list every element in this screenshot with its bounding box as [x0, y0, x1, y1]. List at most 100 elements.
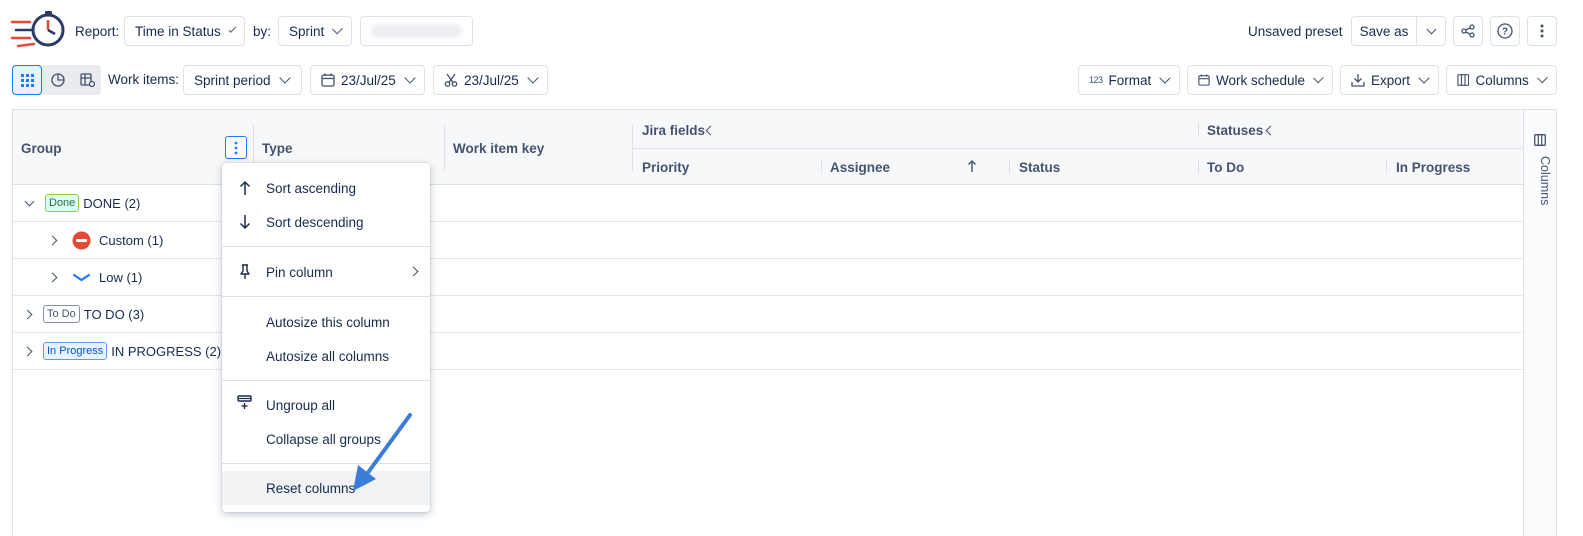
column-divider [1386, 160, 1387, 174]
start-date-value: 23/Jul/25 [341, 72, 396, 88]
svg-text:?: ? [1502, 27, 1508, 38]
share-icon [1461, 24, 1475, 38]
help-icon: ? [1497, 23, 1513, 39]
arrow-up-icon [239, 180, 251, 195]
blurred-value [371, 24, 462, 38]
group-label: Low (1) [99, 269, 143, 285]
grid-view-button[interactable] [12, 65, 42, 95]
status-tag-in-progress: In Progress [43, 342, 108, 360]
end-date-value: 23/Jul/25 [464, 72, 519, 88]
status-tag-todo: To Do [43, 305, 80, 323]
group-by-value: Sprint [289, 23, 325, 39]
period-value: Sprint period [194, 72, 271, 88]
menu-label: Autosize this column [266, 314, 390, 330]
start-date-picker[interactable]: 23/Jul/25 [310, 65, 425, 95]
menu-sort-ascending[interactable]: Sort ascending [222, 171, 430, 205]
pie-chart-icon [51, 73, 65, 87]
chevron-down-icon [1426, 24, 1436, 34]
column-divider [821, 160, 822, 174]
low-priority-icon [72, 273, 91, 281]
download-icon [1351, 74, 1365, 87]
header-status[interactable]: Status [1019, 160, 1060, 175]
chevron-down-icon [1159, 72, 1171, 84]
menu-label: Sort ascending [266, 180, 357, 196]
chevron-down-icon [332, 23, 343, 35]
columns-label: Columns [1475, 72, 1529, 88]
chevron-down-icon [1313, 72, 1324, 84]
chevron-right-icon [408, 266, 419, 277]
header-priority[interactable]: Priority [642, 160, 689, 175]
by-label: by: [253, 24, 272, 39]
column-menu-button[interactable] [225, 136, 247, 159]
menu-autosize-all[interactable]: Autosize all columns [222, 339, 430, 373]
chart-view-button[interactable] [44, 65, 72, 95]
sort-ascending-icon [968, 160, 976, 172]
header-group[interactable]: Group [21, 141, 62, 156]
collapse-chevron-icon[interactable] [1265, 125, 1276, 136]
group-label: TO DO (3) [83, 306, 145, 322]
header-group-statuses[interactable]: Statuses [1207, 123, 1263, 138]
menu-autosize-this[interactable]: Autosize this column [222, 305, 430, 339]
column-divider [1198, 160, 1199, 174]
menu-label: Pin column [266, 264, 333, 280]
header-in-progress[interactable]: In Progress [1396, 160, 1470, 175]
columns-dropdown[interactable]: Columns [1446, 65, 1557, 95]
header-type[interactable]: Type [262, 141, 293, 156]
expand-chevron-icon[interactable] [47, 235, 58, 245]
report-type-dropdown[interactable]: Time in Status [124, 16, 245, 46]
group-label: DONE (2) [83, 195, 141, 211]
columns-side-panel[interactable]: Columns [1523, 110, 1556, 536]
side-panel-label: Columns [1538, 156, 1552, 206]
pivot-view-button[interactable] [73, 65, 101, 95]
expand-chevron-icon[interactable] [47, 272, 58, 282]
header-group-divider [632, 148, 1524, 149]
menu-divider [222, 296, 430, 297]
work-schedule-dropdown[interactable]: Work schedule [1187, 65, 1333, 95]
calendar-icon [1198, 74, 1210, 86]
save-as-label: Save as [1359, 23, 1409, 39]
menu-label: Ungroup all [266, 397, 336, 413]
status-tag-done: Done [45, 194, 80, 212]
header-work-item-key[interactable]: Work item key [453, 141, 544, 156]
menu-sort-descending[interactable]: Sort descending [222, 205, 430, 239]
share-button[interactable] [1453, 16, 1483, 46]
group-label: Custom (1) [99, 232, 164, 248]
help-button[interactable]: ? [1490, 16, 1520, 46]
collapse-chevron-icon[interactable] [705, 125, 716, 136]
arrow-down-icon [239, 215, 251, 230]
chevron-down-icon [1418, 72, 1430, 84]
group-by-dropdown[interactable]: Sprint [278, 16, 352, 46]
work-items-label: Work items: [108, 72, 180, 87]
scissors-icon [444, 73, 458, 87]
save-options-button[interactable] [1416, 16, 1446, 46]
expand-chevron-icon[interactable] [24, 196, 35, 206]
blocker-priority-icon [72, 231, 91, 249]
sprint-selector[interactable] [360, 16, 473, 46]
columns-icon [1457, 74, 1470, 86]
calendar-icon [321, 73, 335, 87]
column-divider [1198, 122, 1199, 136]
format-dropdown[interactable]: 123 Format [1078, 65, 1180, 95]
header-group-jira-fields[interactable]: Jira fields [642, 123, 705, 138]
more-options-button[interactable] [1527, 16, 1557, 46]
chevron-down-icon [278, 72, 291, 84]
expand-chevron-icon[interactable] [22, 346, 33, 356]
expand-chevron-icon[interactable] [22, 309, 33, 319]
menu-label: Sort descending [266, 214, 364, 230]
report-type-value: Time in Status [135, 23, 221, 39]
report-label: Report: [75, 24, 120, 39]
chevron-down-icon [527, 72, 539, 84]
work-schedule-label: Work schedule [1215, 72, 1306, 88]
grid-icon [20, 73, 34, 87]
end-date-picker[interactable]: 23/Jul/25 [433, 65, 548, 95]
header-assignee[interactable]: Assignee [830, 160, 890, 175]
format-label: Format [1108, 72, 1152, 88]
more-vertical-icon [234, 141, 238, 154]
menu-pin-column[interactable]: Pin column [222, 255, 430, 289]
group-label: IN PROGRESS (2) [111, 343, 222, 359]
period-dropdown[interactable]: Sprint period [183, 65, 302, 95]
header-to-do[interactable]: To Do [1207, 160, 1244, 175]
ungroup-icon [237, 395, 252, 409]
export-dropdown[interactable]: Export [1340, 65, 1439, 95]
save-as-button[interactable]: Save as [1351, 16, 1417, 46]
